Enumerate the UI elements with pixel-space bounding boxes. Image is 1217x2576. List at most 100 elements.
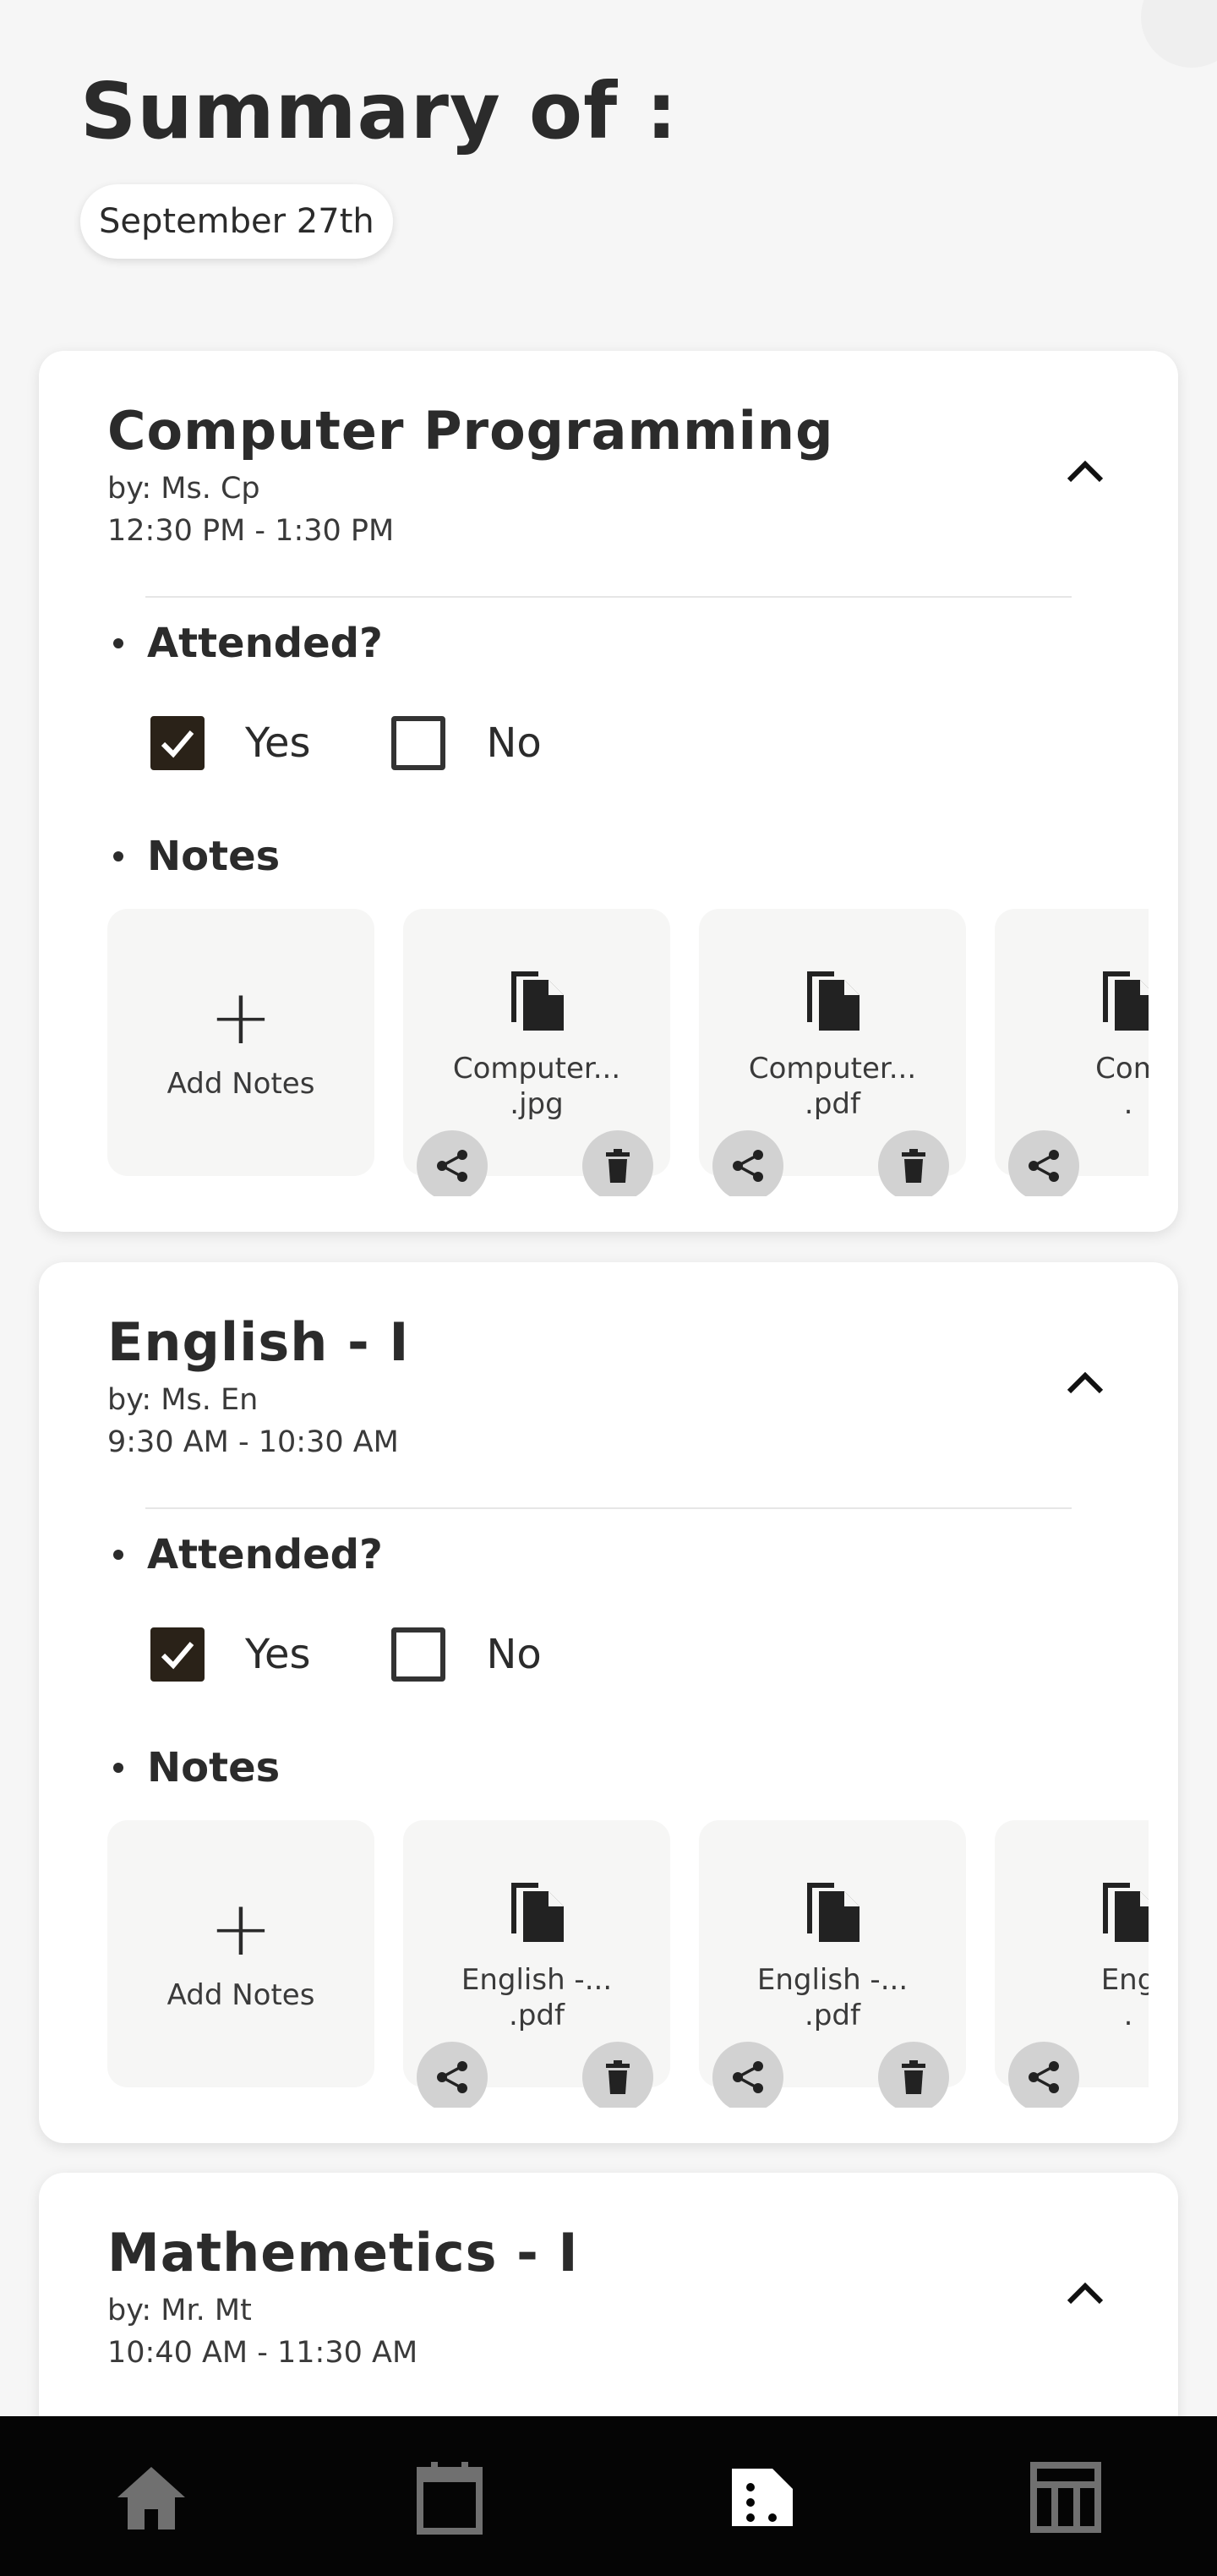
share-button[interactable] (1008, 2042, 1079, 2108)
bottom-nav (0, 2416, 1217, 2576)
share-icon (1029, 2061, 1059, 2093)
course-header: Mathemetics - I by: Mr. Mt 10:40 AM - 11… (107, 2222, 1110, 2370)
yes-label: Yes (245, 719, 311, 767)
notes-strip[interactable]: + Add Notes Computer... .jpg Computer....… (107, 909, 1149, 1196)
note-file[interactable]: Com. (995, 909, 1149, 1196)
course-teacher: by: Mr. Mt (107, 2294, 252, 2327)
file-copy-icon (807, 1883, 860, 1942)
course-card: English - I by: Ms. En 9:30 AM - 10:30 A… (39, 1262, 1178, 2143)
file-name: Com (1095, 1052, 1149, 1086)
calendar-icon (417, 2462, 483, 2535)
add-notes-button[interactable]: + Add Notes (107, 909, 374, 1176)
file-copy-icon (511, 971, 564, 1031)
share-button[interactable] (1008, 1130, 1079, 1196)
attended-label: Attended? (113, 1531, 383, 1578)
file-ext: . (1123, 1087, 1133, 1121)
attendance-options: Yes No (150, 716, 623, 770)
trash-icon (606, 2060, 630, 2094)
yes-label: Yes (245, 1631, 311, 1678)
add-notes-button[interactable]: + Add Notes (107, 1820, 374, 2087)
course-title: Computer Programming (107, 400, 834, 462)
timetable-icon (1030, 2462, 1101, 2533)
page-title: Summary of : (80, 66, 678, 156)
share-button[interactable] (712, 1130, 783, 1196)
no-checkbox[interactable] (391, 716, 446, 770)
nav-home[interactable] (114, 2460, 188, 2535)
notes-label: Notes (112, 833, 281, 880)
file-ext: .jpg (510, 1087, 564, 1121)
file-ext: . (1123, 1999, 1133, 2032)
share-icon (1029, 1150, 1059, 1182)
file-copy-icon (1103, 971, 1149, 1031)
chevron-up-icon (1067, 460, 1104, 483)
notes-icon (732, 2469, 793, 2526)
yes-checkbox[interactable] (150, 1627, 205, 1682)
collapse-button[interactable] (1060, 446, 1111, 496)
notes-label: Notes (112, 1744, 281, 1791)
note-file[interactable]: Eng. (995, 1820, 1149, 2108)
no-label: No (486, 1631, 542, 1678)
course-card: Computer Programming by: Ms. Cp 12:30 PM… (39, 351, 1178, 1232)
share-button[interactable] (712, 2042, 783, 2108)
delete-button[interactable] (582, 1130, 653, 1196)
course-time: 12:30 PM - 1:30 PM (107, 514, 395, 548)
nav-notes[interactable] (723, 2460, 798, 2535)
share-icon (733, 2061, 763, 2093)
file-ext: .pdf (805, 1087, 860, 1121)
file-ext: .pdf (509, 1999, 565, 2032)
divider (145, 1507, 1072, 1509)
file-copy-icon (1103, 1883, 1149, 1942)
corner-decoration (1141, 0, 1217, 68)
course-teacher: by: Ms. Cp (107, 472, 260, 506)
delete-button[interactable] (878, 1130, 949, 1196)
course-header: English - I by: Ms. En 9:30 AM - 10:30 A… (107, 1311, 1110, 1459)
trash-icon (902, 2060, 925, 2094)
check-icon (161, 730, 194, 758)
attended-label: Attended? (113, 620, 383, 667)
share-icon (437, 1150, 467, 1182)
file-ext: .pdf (805, 1999, 860, 2032)
note-file[interactable]: Computer... .jpg (403, 909, 670, 1196)
notes-strip[interactable]: + Add Notes English -... .pdf English -..… (107, 1820, 1149, 2108)
divider (145, 596, 1072, 598)
no-label: No (486, 719, 542, 767)
file-name: Computer... (748, 1052, 917, 1086)
yes-checkbox[interactable] (150, 716, 205, 770)
course-title: English - I (107, 1311, 410, 1373)
share-button[interactable] (417, 2042, 488, 2108)
collapse-button[interactable] (1060, 1357, 1111, 1408)
note-file[interactable]: English -... .pdf (699, 1820, 966, 2108)
note-file[interactable]: Computer... .pdf (699, 909, 966, 1196)
file-name: Eng (1100, 1963, 1149, 1997)
course-time: 10:40 AM - 11:30 AM (107, 2336, 418, 2370)
share-icon (733, 1150, 763, 1182)
course-header: Computer Programming by: Ms. Cp 12:30 PM… (107, 400, 1110, 548)
collapse-button[interactable] (1060, 2267, 1111, 2318)
delete-button[interactable] (582, 2042, 653, 2108)
chevron-up-icon (1067, 1371, 1104, 1394)
date-chip[interactable]: September 27th (80, 184, 393, 259)
delete-button[interactable] (878, 2042, 949, 2108)
nav-calendar[interactable] (412, 2460, 487, 2535)
plus-icon: + (209, 973, 273, 1062)
attendance-options: Yes No (150, 1627, 623, 1682)
course-time: 9:30 AM - 10:30 AM (107, 1425, 399, 1459)
file-name: English -... (461, 1963, 613, 1997)
share-icon (437, 2061, 467, 2093)
nav-timetable[interactable] (1029, 2460, 1103, 2535)
no-checkbox[interactable] (391, 1627, 446, 1682)
add-notes-label: Add Notes (166, 1067, 315, 1101)
note-file[interactable]: English -... .pdf (403, 1820, 670, 2108)
file-name: Computer... (452, 1052, 621, 1086)
file-copy-icon (807, 971, 860, 1031)
file-copy-icon (511, 1883, 564, 1942)
file-name: English -... (756, 1963, 909, 1997)
check-icon (161, 1642, 194, 1670)
trash-icon (902, 1149, 925, 1183)
plus-icon: + (209, 1884, 273, 1973)
home-icon (117, 2467, 185, 2530)
course-teacher: by: Ms. En (107, 1383, 259, 1417)
course-title: Mathemetics - I (107, 2222, 579, 2283)
share-button[interactable] (417, 1130, 488, 1196)
page-header: Summary of : (80, 66, 678, 156)
